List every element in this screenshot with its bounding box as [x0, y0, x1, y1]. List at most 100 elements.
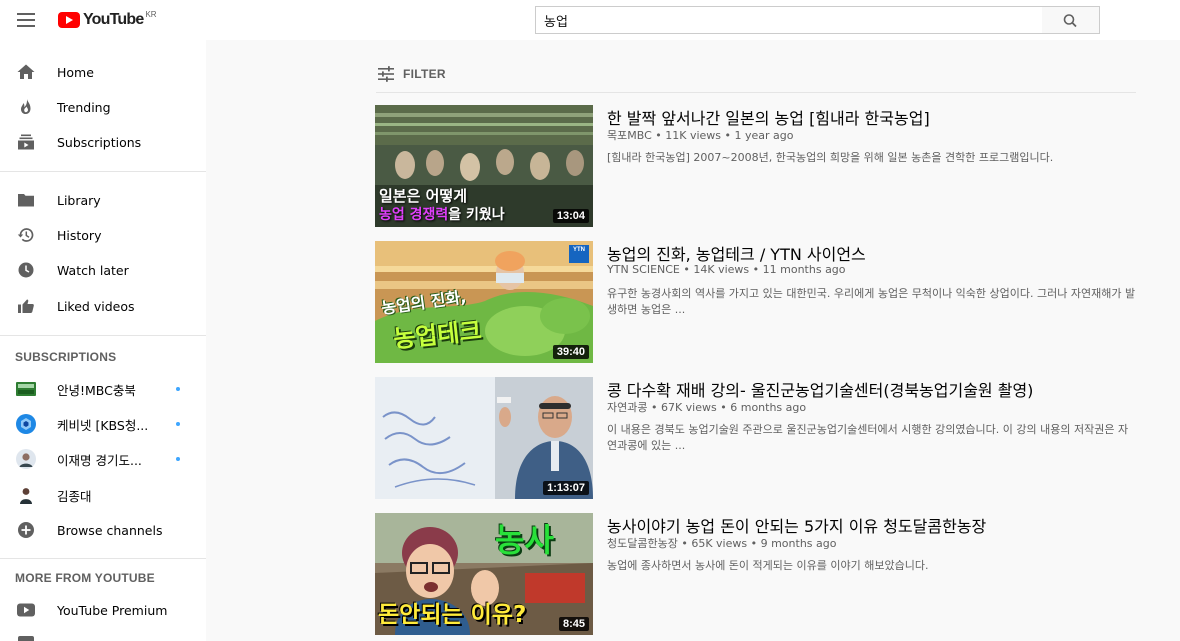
search-button[interactable] — [1042, 6, 1100, 34]
masthead: YouTube KR — [0, 0, 1180, 40]
sidebar-item-history[interactable]: History — [0, 217, 206, 253]
sidebar-item-label: YouTube Premium — [57, 602, 168, 618]
sidebar-subscription-channel[interactable]: 케비넷 [KBS청... — [0, 406, 206, 442]
sidebar-item-trending[interactable]: Trending — [0, 89, 206, 125]
sidebar-item-label: History — [57, 227, 102, 243]
subscriptions-section-title: SUBSCRIPTIONS — [15, 350, 117, 364]
video-result: YTN 농업의 진화, 농업테크 39:40 농업의 진화, 농업테크 / YT… — [375, 241, 1140, 363]
video-description: 이 내용은 경북도 농업기술원 주관으로 울진군농업기술센터에서 시행한 강의였… — [607, 423, 1129, 452]
view-count: 14K views — [693, 263, 750, 276]
clock-icon — [16, 260, 36, 280]
video-duration: 8:45 — [558, 617, 589, 631]
history-icon — [16, 225, 36, 245]
youtube-logo[interactable]: YouTube KR — [58, 10, 157, 30]
video-title[interactable]: 콩 다수확 재배 강의- 울진군농업기술센터(경북농업기술원 촬영) — [607, 377, 1033, 401]
sidebar-item-label: Liked videos — [57, 298, 135, 314]
channel-name[interactable]: 청도달콤한농장 — [607, 537, 678, 550]
upload-age: 6 months ago — [730, 401, 807, 414]
folder-icon — [16, 190, 36, 210]
video-result: 일본은 어떻게 농업 경쟁력을 키웠나 13:04 한 발짝 앞서나간 일본의 … — [375, 105, 1140, 227]
sidebar-item-subscriptions[interactable]: Subscriptions — [0, 124, 206, 160]
sidebar-item-label: 김종대 — [57, 488, 92, 504]
sidebar-item-label: Subscriptions — [57, 134, 142, 150]
menu-icon[interactable] — [14, 8, 38, 32]
sidebar-item-liked-videos[interactable]: Liked videos — [0, 288, 206, 324]
channel-avatar — [16, 379, 36, 399]
thumbnail-caption-highlight: 농업 경쟁력 — [379, 207, 449, 223]
video-meta: 청도달콤한농장 • 65K views • 9 months ago — [607, 537, 837, 550]
new-content-dot — [176, 457, 180, 461]
video-title[interactable]: 농업의 진화, 농업테크 / YTN 사이언스 — [607, 241, 866, 265]
video-title[interactable]: 한 발짝 앞서나간 일본의 농업 [힘내라 한국농업] — [607, 105, 930, 129]
thumbnail-caption-rest: 을 키웠나 — [448, 207, 505, 223]
sidebar-item-youtube-premium[interactable]: YouTube Premium — [0, 592, 206, 628]
video-description: 유구한 농경사회의 역사를 가지고 있는 대한민국. 우리에게 농업은 무척이나… — [607, 287, 1136, 316]
search-icon — [1063, 14, 1077, 28]
video-description: 농업에 종사하면서 농사에 돈이 적게되는 이유를 이야기 해보았습니다. — [607, 559, 929, 572]
youtube-premium-icon — [16, 600, 36, 620]
video-meta: YTN SCIENCE • 14K views • 11 months ago — [607, 263, 846, 276]
channel-avatar — [16, 414, 36, 434]
video-duration: 39:40 — [552, 345, 589, 359]
search-box — [535, 6, 1043, 34]
sidebar-divider — [0, 171, 206, 172]
video-meta: 목포MBC • 11K views • 1 year ago — [607, 129, 794, 142]
video-title[interactable]: 농사이야기 농업 돈이 안되는 5가지 이유 청도달콤한농장 — [607, 513, 986, 537]
thumbnail-caption-line: 농업 경쟁력을 키웠나 — [379, 204, 505, 224]
thumbs-up-icon — [16, 296, 36, 316]
sidebar-item-label: 안녕!MBC충북 — [57, 382, 136, 398]
add-circle-icon — [16, 520, 36, 540]
sidebar-item-library[interactable]: Library — [0, 182, 206, 218]
logo-text: YouTube — [83, 11, 144, 28]
channel-avatar — [16, 449, 36, 469]
new-content-dot — [176, 387, 180, 391]
video-thumbnail[interactable]: YTN 농업의 진화, 농업테크 39:40 — [375, 241, 593, 363]
sidebar-item-watch-later[interactable]: Watch later — [0, 252, 206, 288]
subscriptions-icon — [16, 132, 36, 152]
sidebar-divider — [0, 558, 206, 559]
video-duration: 1:13:07 — [543, 481, 589, 495]
sidebar-item-label: 케비넷 [KBS청... — [57, 417, 149, 433]
video-thumbnail[interactable]: 농사 돈안되는 이유? 8:45 — [375, 513, 593, 635]
ytn-badge: YTN — [569, 245, 589, 263]
partially-visible-icon — [18, 636, 34, 641]
view-count: 65K views — [691, 537, 748, 550]
sidebar-item-label: Browse channels — [57, 522, 163, 538]
home-icon — [16, 62, 36, 82]
more-from-youtube-title: MORE FROM YOUTUBE — [15, 571, 155, 585]
thumbnail-caption: 일본은 어떻게 — [379, 187, 468, 205]
search-input[interactable] — [536, 7, 1042, 33]
sidebar-item-label: Library — [57, 192, 101, 208]
sidebar-item-browse-channels[interactable]: Browse channels — [0, 512, 206, 548]
new-content-dot — [176, 422, 180, 426]
upload-age: 9 months ago — [760, 537, 837, 550]
view-count: 11K views — [665, 129, 722, 142]
logo-region: KR — [145, 9, 157, 19]
channel-name[interactable]: 목포MBC — [607, 129, 652, 142]
video-thumbnail[interactable]: 일본은 어떻게 농업 경쟁력을 키웠나 13:04 — [375, 105, 593, 227]
sidebar-item-label: Watch later — [57, 262, 129, 278]
fire-icon — [16, 97, 36, 117]
sidebar-subscription-channel[interactable]: 안녕!MBC충북 — [0, 371, 206, 407]
upload-age: 1 year ago — [734, 129, 794, 142]
sidebar-item-home[interactable]: Home — [0, 54, 206, 90]
channel-name[interactable]: YTN SCIENCE — [607, 263, 680, 276]
filter-divider — [376, 92, 1136, 93]
sidebar-subscription-channel[interactable]: 이재명 경기도... — [0, 441, 206, 477]
filter-button[interactable]: FILTER — [377, 64, 446, 84]
filter-icon — [378, 66, 394, 82]
filter-label: FILTER — [403, 67, 446, 81]
video-thumbnail[interactable]: 1:13:07 — [375, 377, 593, 499]
sidebar-subscription-channel[interactable]: 김종대 — [0, 477, 206, 513]
sidebar: Home Trending Subscriptions Library Hist… — [0, 40, 206, 641]
thumbnail-caption: 돈안되는 이유? — [378, 602, 527, 628]
video-description: [힘내라 한국농업] 2007~2008년, 한국농업의 희망을 위해 일본 농… — [607, 151, 1054, 164]
sidebar-item-label: Home — [57, 64, 94, 80]
view-count: 67K views — [660, 401, 717, 414]
thumbnail-caption: 농사 — [495, 521, 554, 559]
channel-name[interactable]: 자연과콩 — [607, 401, 647, 414]
video-duration: 13:04 — [552, 209, 589, 223]
upload-age: 11 months ago — [762, 263, 846, 276]
channel-avatar — [16, 485, 36, 505]
video-result: 농사 돈안되는 이유? 8:45 농사이야기 농업 돈이 안되는 5가지 이유 … — [375, 513, 1140, 635]
